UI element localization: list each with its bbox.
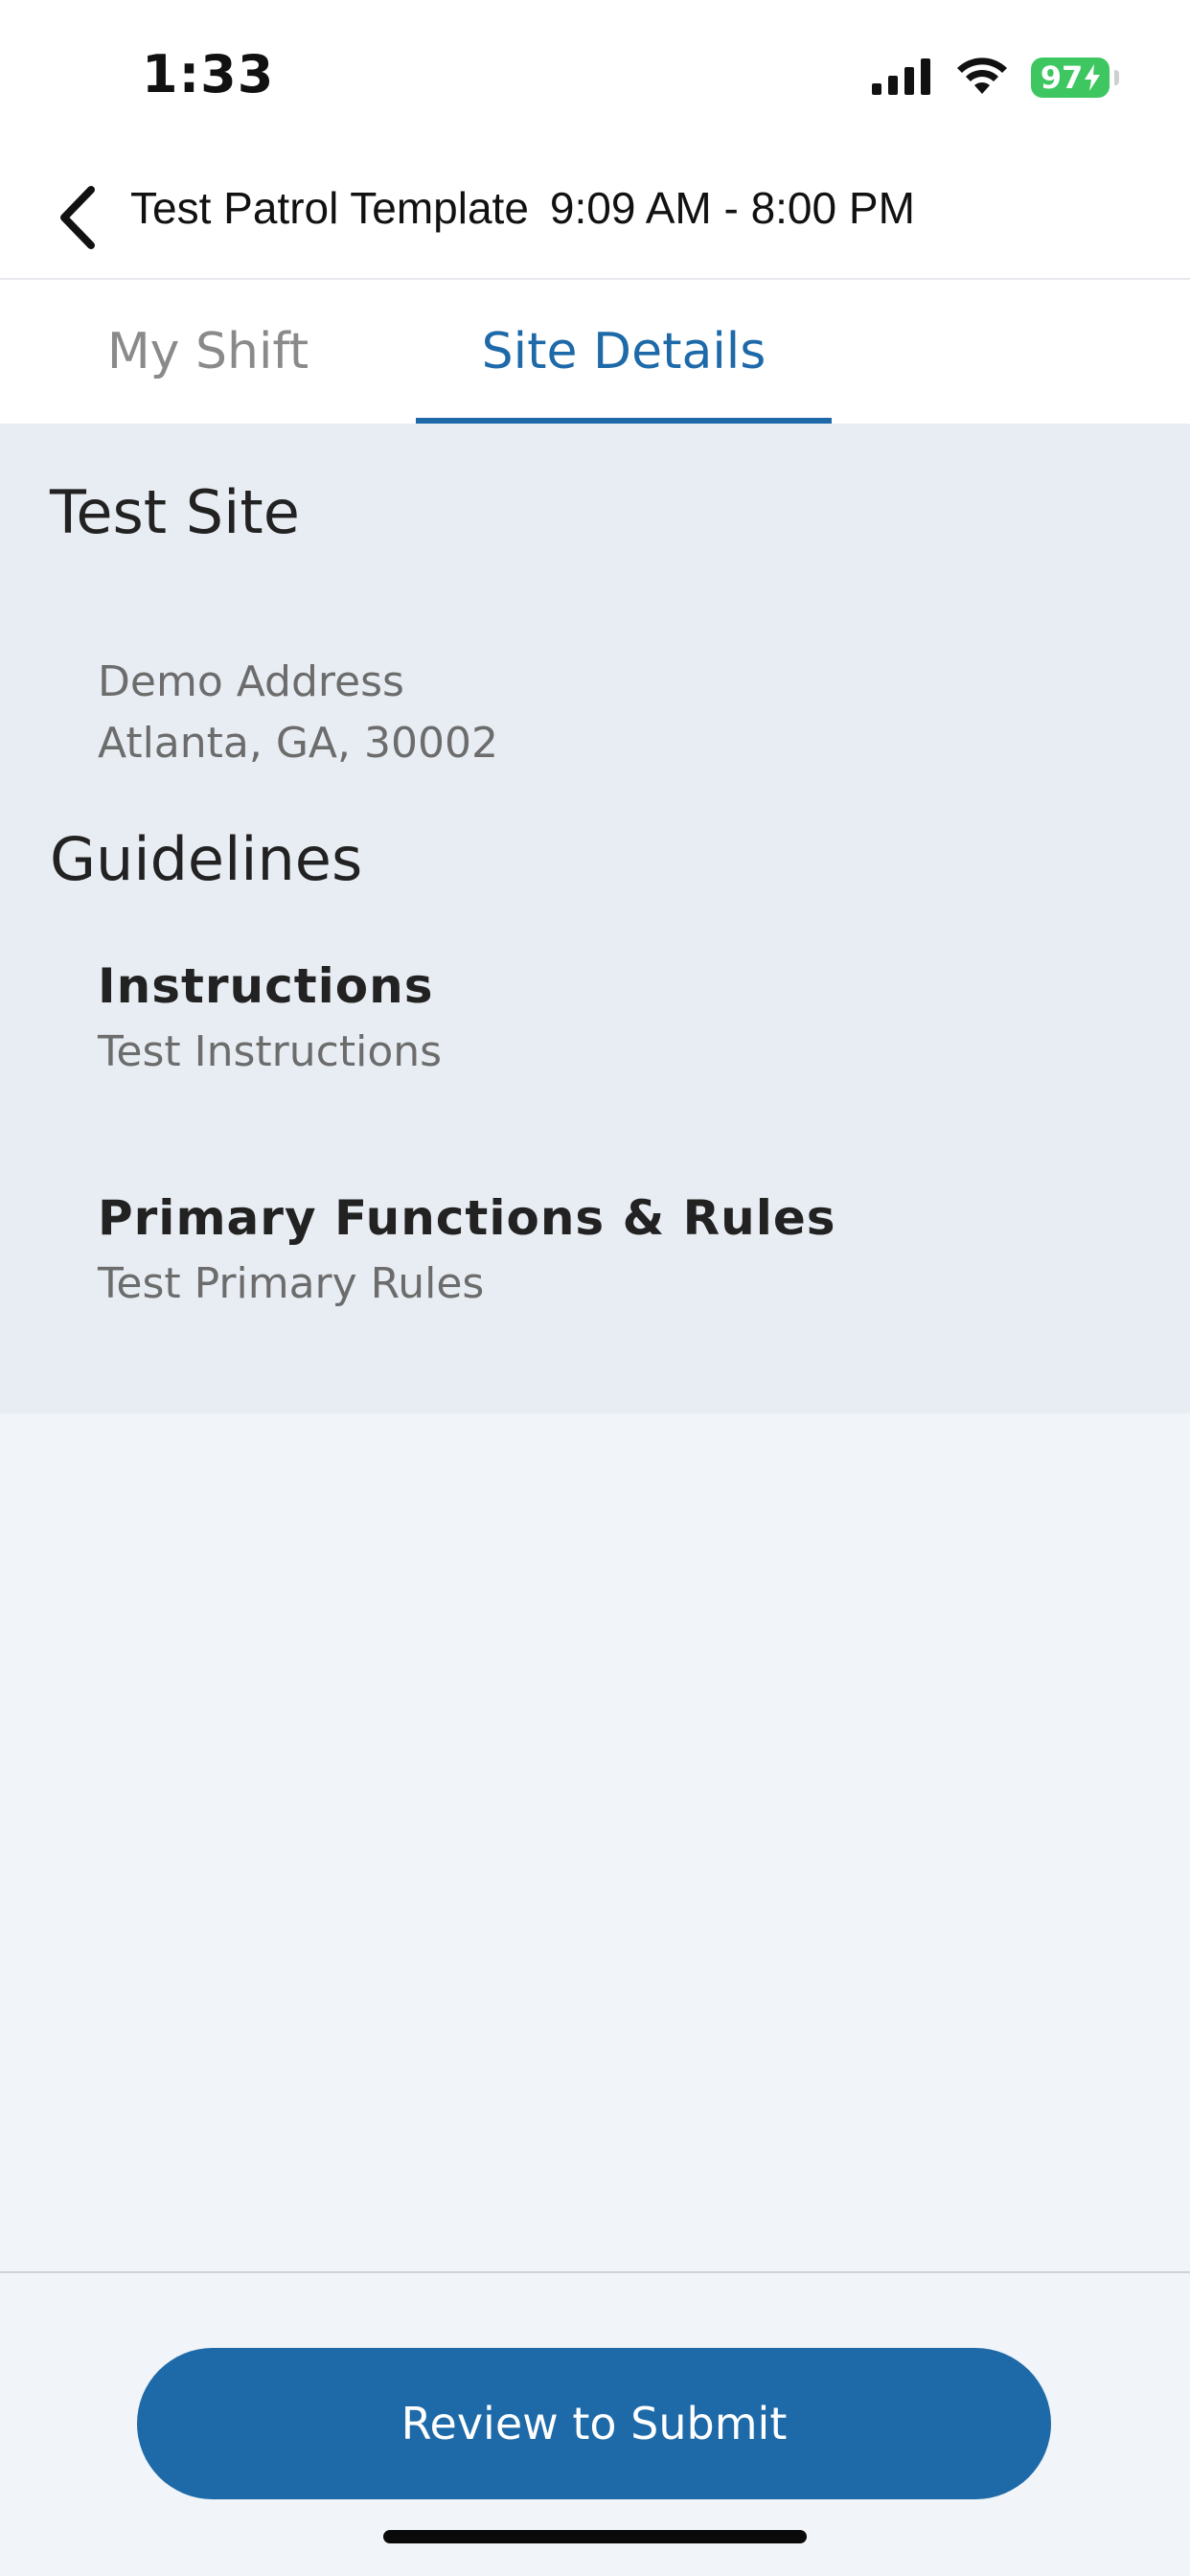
review-to-submit-button[interactable]: Review to Submit <box>137 2348 1051 2499</box>
guideline-primary-rules: Primary Functions & Rules Test Primary R… <box>98 1190 836 1308</box>
guideline-heading: Primary Functions & Rules <box>98 1190 836 1246</box>
status-time: 1:33 <box>142 44 275 104</box>
status-icons: 97 <box>872 56 1119 100</box>
guidelines-title: Guidelines <box>50 824 363 894</box>
footer-divider <box>0 2271 1190 2273</box>
battery-icon: 97 <box>1031 58 1119 98</box>
site-address: Demo Address Atlanta, GA, 30002 <box>98 652 498 774</box>
address-line-1: Demo Address <box>98 657 404 706</box>
tab-bar: My Shift Site Details <box>0 280 1190 424</box>
cellular-signal-icon <box>872 57 933 99</box>
guideline-instructions: Instructions Test Instructions <box>98 958 442 1076</box>
tab-site-details[interactable]: Site Details <box>416 280 832 424</box>
status-bar: 1:33 97 <box>0 0 1190 153</box>
template-name: Test Patrol Template <box>130 183 529 233</box>
page-title: Test Patrol Template 9:09 AM - 8:00 PM <box>130 182 915 234</box>
guideline-text: Test Primary Rules <box>98 1259 485 1308</box>
header-bar: Test Patrol Template 9:09 AM - 8:00 PM <box>0 153 1190 280</box>
home-indicator <box>383 2530 807 2543</box>
site-details-panel: Test Site Demo Address Atlanta, GA, 3000… <box>0 424 1190 1414</box>
chevron-left-icon <box>60 186 95 249</box>
guideline-text: Test Instructions <box>98 1027 443 1076</box>
guideline-heading: Instructions <box>98 958 434 1014</box>
back-button[interactable] <box>44 174 111 261</box>
charging-bolt-icon <box>1085 64 1101 91</box>
battery-level: 97 <box>1040 59 1084 96</box>
site-name: Test Site <box>50 477 300 547</box>
tab-my-shift[interactable]: My Shift <box>0 280 416 424</box>
address-line-2: Atlanta, GA, 30002 <box>98 719 498 768</box>
wifi-icon <box>954 56 1010 100</box>
shift-time-range: 9:09 AM - 8:00 PM <box>549 183 915 233</box>
